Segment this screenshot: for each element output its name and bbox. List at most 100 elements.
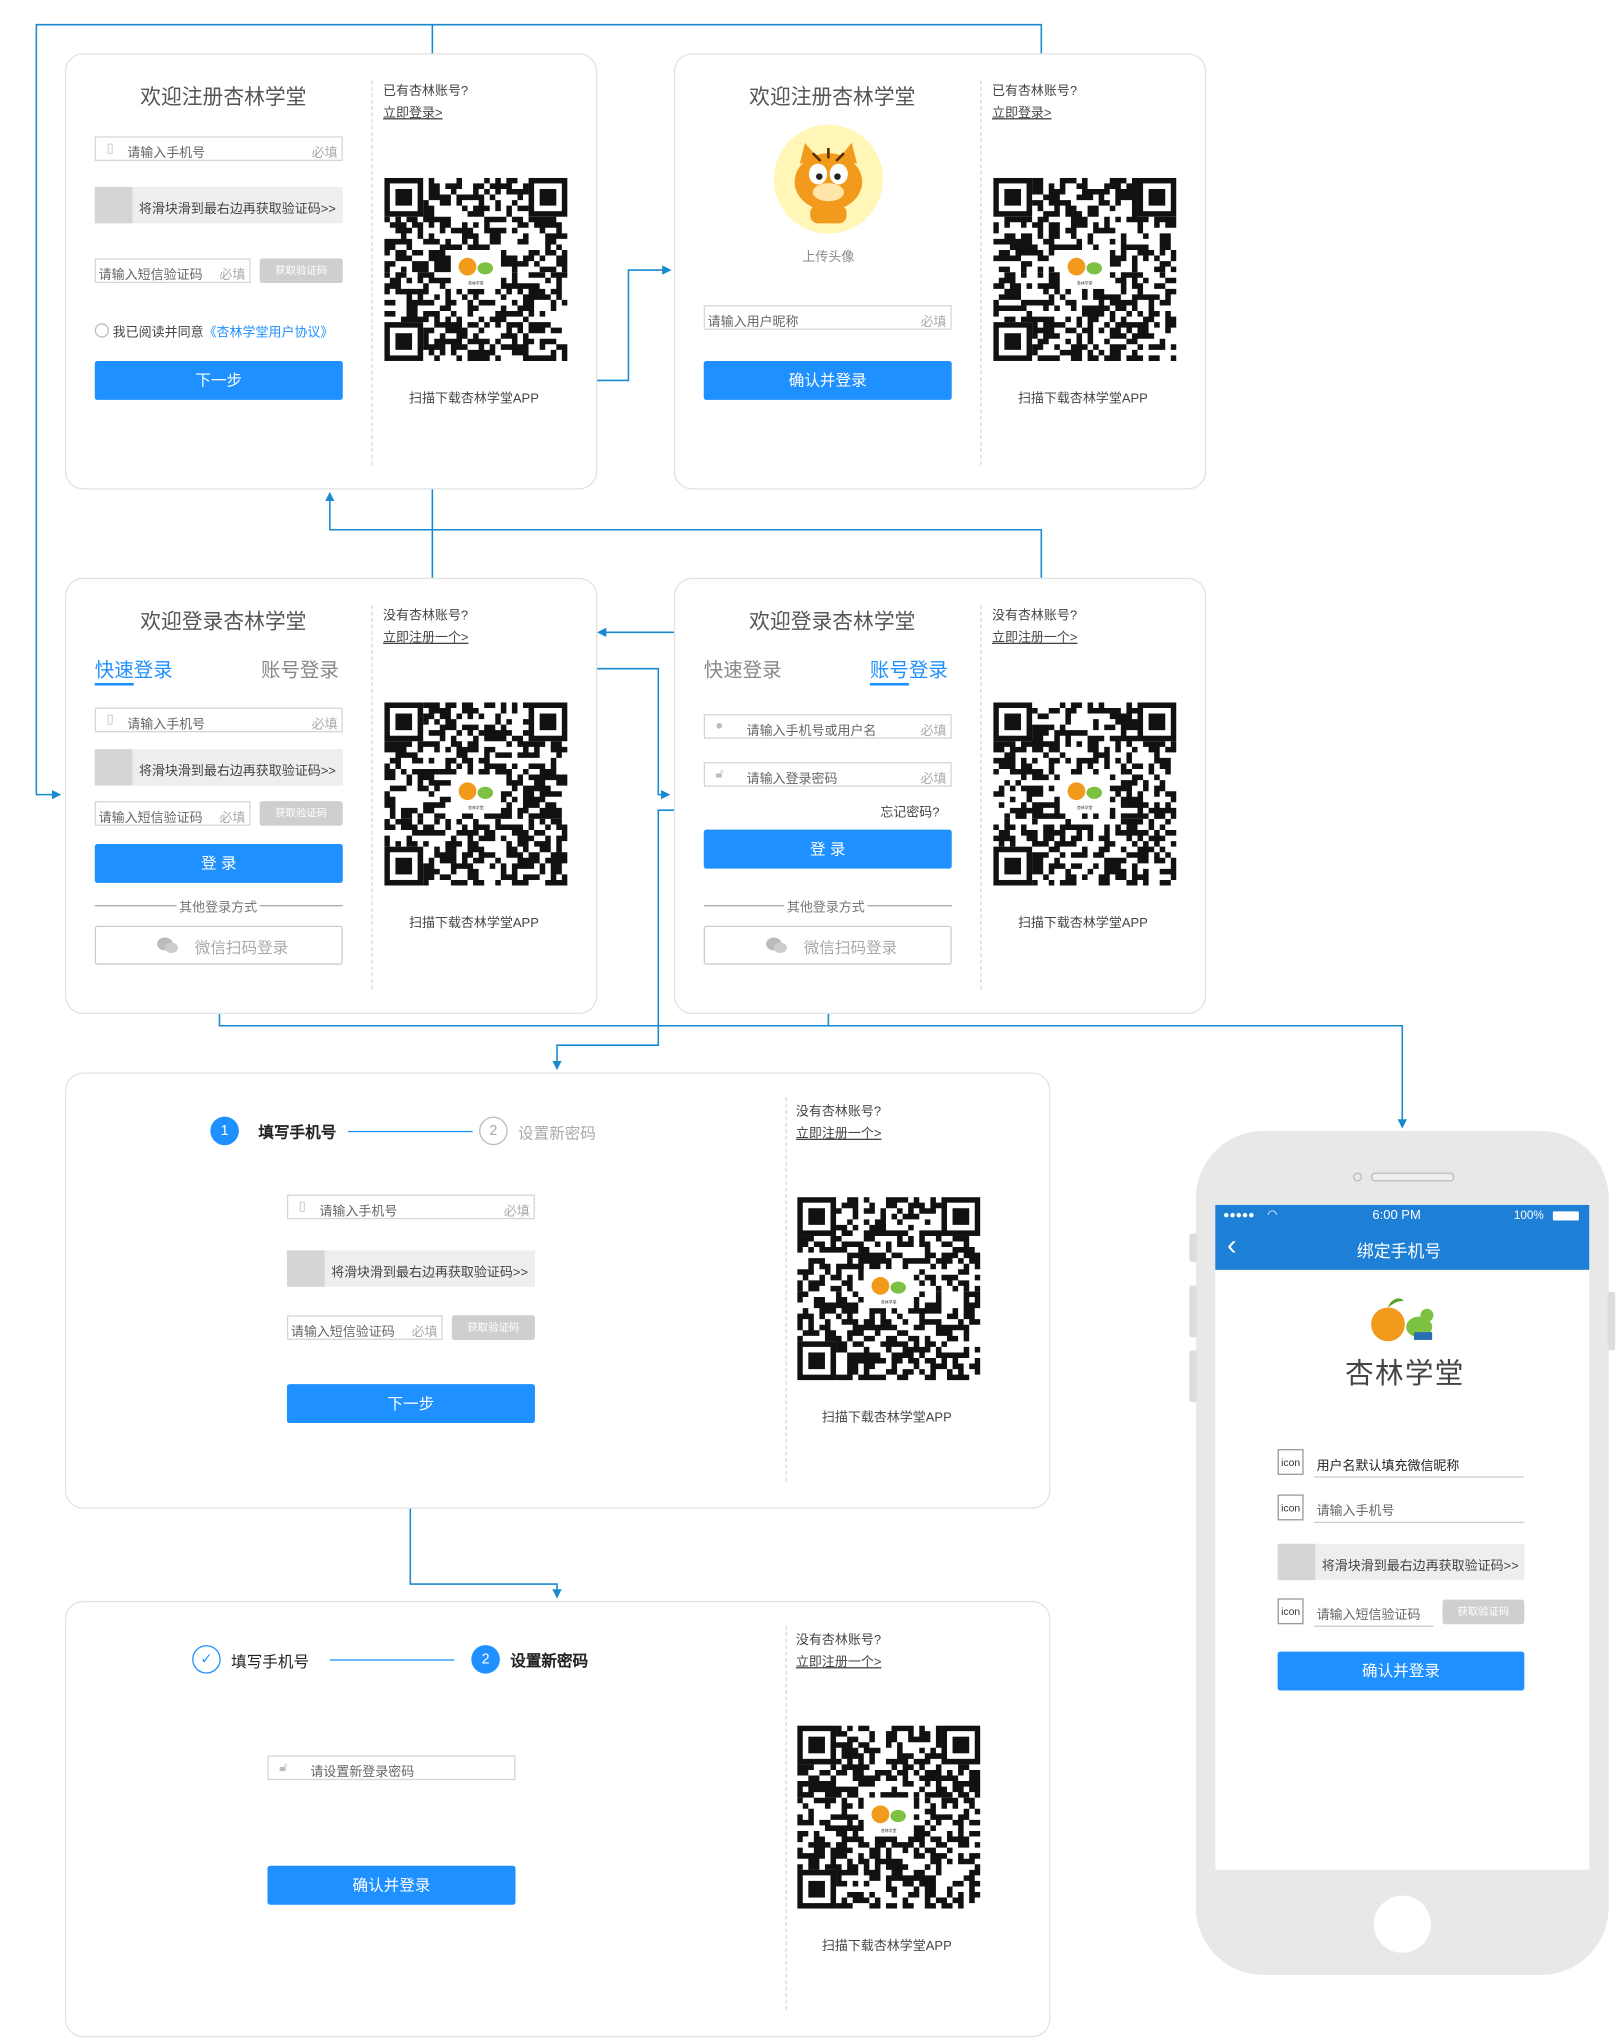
phone-speaker bbox=[1371, 1172, 1455, 1182]
divider bbox=[980, 605, 982, 990]
no-account-text: 没有杏林账号? bbox=[795, 1633, 882, 1648]
username-input[interactable]: ● 请输入手机号或用户名 必填 bbox=[703, 714, 952, 739]
app-brand-name: 杏林学堂 bbox=[1345, 1356, 1465, 1390]
agreement-row: 我已阅读并同意《杏林学堂用户协议》 bbox=[94, 321, 334, 341]
lock-icon: 🔓︎ bbox=[279, 1760, 288, 1775]
slider-text: 将滑块滑到最右边再获取验证码>> bbox=[138, 764, 336, 780]
register-link[interactable]: 立即注册一个> bbox=[383, 626, 468, 645]
step-1-done-indicator: ✓ bbox=[192, 1645, 221, 1674]
get-code-button[interactable]: 获取验证码 bbox=[451, 1315, 535, 1340]
step-2-indicator: 2 bbox=[479, 1116, 508, 1146]
get-code-button[interactable]: 获取验证码 bbox=[259, 258, 343, 284]
slider-handle[interactable] bbox=[1277, 1543, 1316, 1581]
qr-logo-text: 杏林学堂 bbox=[881, 1300, 897, 1305]
step-1-label: 填写手机号 bbox=[231, 1652, 310, 1672]
agree-text: 我已阅读并同意 bbox=[112, 325, 204, 341]
slider-text: 将滑块滑到最右边再获取验证码>> bbox=[1321, 1559, 1519, 1574]
tab-quick-login[interactable]: 快速登录 bbox=[95, 656, 173, 683]
page-title: 欢迎注册杏林学堂 bbox=[749, 86, 916, 110]
flow-canvas: 欢迎注册杏林学堂 已有杏林账号? 立即登录> ▯ 请输入手机号 必填 将滑块滑到… bbox=[0, 0, 1619, 2042]
qr-caption: 扫描下载杏林学堂APP bbox=[821, 1939, 952, 1955]
step-2-label: 设置新密码 bbox=[510, 1651, 589, 1670]
nickname-hint: 用户名默认填充微信昵称 bbox=[1316, 1459, 1460, 1474]
nickname-input[interactable]: 请输入用户昵称 必填 bbox=[703, 305, 952, 330]
phone-placeholder: 请输入手机号 bbox=[319, 1204, 398, 1220]
qr-logo-icon: 杏林学堂 bbox=[450, 250, 501, 289]
tab-underline bbox=[94, 682, 134, 686]
register-link[interactable]: 立即注册一个> bbox=[992, 626, 1077, 645]
tab-account-login[interactable]: 账号登录 bbox=[261, 656, 339, 683]
get-code-button[interactable]: 获取验证码 bbox=[259, 801, 343, 826]
tab-quick-login[interactable]: 快速登录 bbox=[704, 656, 782, 683]
password-placeholder: 请设置新登录密码 bbox=[310, 1765, 415, 1781]
register-link[interactable]: 立即注册一个> bbox=[796, 1122, 881, 1141]
step-1-label: 填写手机号 bbox=[258, 1123, 337, 1142]
login-link[interactable]: 立即登录> bbox=[383, 101, 443, 120]
phone-input[interactable]: ▯ 请输入手机号 必填 bbox=[94, 136, 343, 162]
app-logo-icon bbox=[1371, 1298, 1434, 1342]
avatar-cat-icon bbox=[794, 142, 863, 224]
no-account-text: 没有杏林账号? bbox=[795, 1104, 882, 1120]
sms-code-input[interactable]: 请输入短信验证码 必填 bbox=[94, 801, 251, 826]
sms-placeholder: 请输入短信验证码 bbox=[98, 268, 203, 284]
nickname-row: icon 用户名默认填充微信昵称 bbox=[1277, 1449, 1525, 1478]
divider bbox=[980, 80, 982, 465]
register-link[interactable]: 立即注册一个> bbox=[796, 1650, 881, 1669]
sms-code-input[interactable]: 请输入短信验证码 必填 bbox=[286, 1315, 443, 1340]
new-password-input[interactable]: 🔓︎ 请设置新登录密码 bbox=[267, 1755, 516, 1781]
back-icon[interactable]: ‹ bbox=[1227, 1228, 1237, 1262]
phone-home-button[interactable] bbox=[1373, 1895, 1431, 1953]
qr-pattern: 杏林学堂 bbox=[993, 702, 1177, 886]
wechat-login-button[interactable]: 微信扫码登录 bbox=[94, 925, 343, 965]
slider-handle[interactable] bbox=[94, 749, 133, 786]
login-button[interactable]: 登 录 bbox=[703, 829, 952, 869]
phone-input[interactable]: ▯ 请输入手机号 必填 bbox=[286, 1194, 535, 1220]
login-button[interactable]: 登 录 bbox=[94, 843, 343, 883]
next-button[interactable]: 下一步 bbox=[286, 1384, 535, 1424]
slider-handle[interactable] bbox=[94, 186, 133, 224]
qr-logo-text: 杏林学堂 bbox=[1077, 805, 1093, 810]
wechat-login-button[interactable]: 微信扫码登录 bbox=[703, 925, 952, 965]
wechat-label: 微信扫码登录 bbox=[803, 938, 898, 957]
qr-pattern: 杏林学堂 bbox=[384, 177, 568, 361]
agreement-link[interactable]: 《杏林学堂用户协议》 bbox=[204, 326, 334, 340]
tab-account-login[interactable]: 账号登录 bbox=[870, 656, 948, 683]
qr-pattern: 杏林学堂 bbox=[797, 1197, 981, 1381]
captcha-slider[interactable]: 将滑块滑到最右边再获取验证码>> bbox=[1277, 1543, 1525, 1581]
confirm-login-button[interactable]: 确认并登录 bbox=[703, 360, 952, 400]
divider bbox=[785, 1097, 787, 1482]
phone-input[interactable]: ▯ 请输入手机号 必填 bbox=[94, 707, 343, 733]
get-code-button[interactable]: 获取验证码 bbox=[1442, 1599, 1525, 1625]
qr-logo-text: 杏林学堂 bbox=[468, 805, 484, 810]
confirm-login-button[interactable]: 确认并登录 bbox=[267, 1865, 516, 1905]
phone-input[interactable]: icon 请输入手机号 bbox=[1277, 1494, 1525, 1524]
phone-side-button bbox=[1189, 1233, 1198, 1263]
captcha-slider[interactable]: 将滑块滑到最右边再获取验证码>> bbox=[286, 1250, 535, 1287]
status-time: 6:00 PM bbox=[1372, 1208, 1421, 1224]
sms-code-input[interactable]: 请输入短信验证码 必填 bbox=[94, 258, 251, 284]
captcha-slider[interactable]: 将滑块滑到最右边再获取验证码>> bbox=[94, 186, 343, 224]
sms-code-input[interactable]: icon 请输入短信验证码 bbox=[1277, 1598, 1434, 1627]
qr-pattern: 杏林学堂 bbox=[384, 702, 568, 886]
underline bbox=[1313, 1521, 1525, 1524]
slider-handle[interactable] bbox=[286, 1250, 325, 1287]
forgot-password-link[interactable]: 忘记密码? bbox=[880, 801, 939, 820]
tab-underline bbox=[869, 682, 909, 686]
upload-avatar-label[interactable]: 上传头像 bbox=[802, 245, 854, 265]
avatar[interactable] bbox=[773, 124, 883, 234]
slider-text: 将滑块滑到最右边再获取验证码>> bbox=[138, 202, 336, 217]
login-link[interactable]: 立即登录> bbox=[992, 101, 1052, 120]
battery-percent: 100% bbox=[1513, 1208, 1544, 1222]
underline bbox=[1313, 1476, 1525, 1478]
qr-caption: 扫描下载杏林学堂APP bbox=[1017, 392, 1148, 407]
username-placeholder: 请输入手机号或用户名 bbox=[746, 724, 877, 739]
captcha-slider[interactable]: 将滑块滑到最右边再获取验证码>> bbox=[94, 749, 343, 786]
agree-checkbox[interactable] bbox=[94, 323, 110, 338]
qr-logo-icon: 杏林学堂 bbox=[1059, 774, 1110, 814]
password-input[interactable]: 🔓︎ 请输入登录密码 必填 bbox=[703, 762, 952, 787]
battery-icon bbox=[1552, 1211, 1579, 1221]
sms-placeholder: 请输入短信验证码 bbox=[290, 1325, 395, 1340]
next-button[interactable]: 下一步 bbox=[94, 360, 343, 400]
confirm-login-button[interactable]: 确认并登录 bbox=[1277, 1651, 1525, 1691]
qr-caption: 扫描下载杏林学堂APP bbox=[408, 392, 539, 407]
